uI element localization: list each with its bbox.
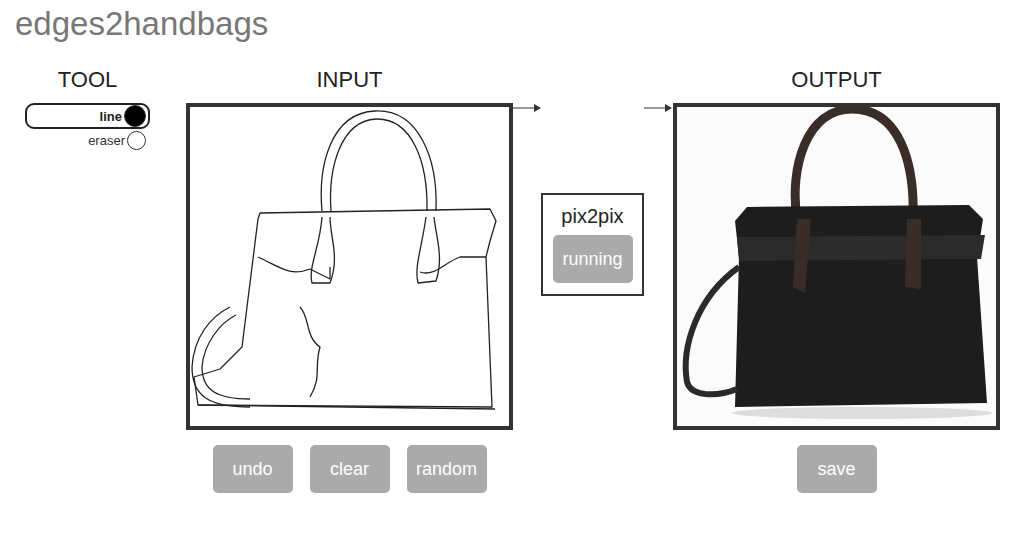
output-label: OUTPUT bbox=[791, 65, 881, 103]
undo-button[interactable]: undo bbox=[213, 445, 293, 493]
output-panel: OUTPUT save bbox=[673, 65, 1000, 493]
model-label: pix2pix bbox=[561, 205, 623, 227]
main-row: TOOL line eraser INPUT undo clear random pix2pi… bbox=[0, 65, 1025, 493]
save-button[interactable]: save bbox=[797, 445, 877, 493]
random-button[interactable]: random bbox=[407, 445, 487, 493]
arrow-icon bbox=[644, 103, 672, 113]
model-section: pix2pix running bbox=[513, 103, 674, 430]
input-canvas[interactable] bbox=[186, 103, 513, 430]
tool-option-label: eraser bbox=[88, 133, 125, 148]
page-title: edges2handbags bbox=[0, 0, 1025, 65]
sketch-drawing bbox=[190, 107, 509, 426]
running-button[interactable]: running bbox=[553, 235, 633, 283]
tool-panel: TOOL line eraser bbox=[25, 65, 150, 153]
output-buttons: save bbox=[797, 445, 877, 493]
tool-label: TOOL bbox=[25, 65, 150, 103]
output-image bbox=[673, 103, 1000, 430]
handbag-image bbox=[677, 107, 995, 426]
arrow-icon bbox=[513, 103, 541, 113]
input-panel: INPUT undo clear random bbox=[186, 65, 513, 493]
tool-option-label: line bbox=[100, 109, 122, 124]
radio-dot[interactable] bbox=[127, 131, 146, 150]
model-box: pix2pix running bbox=[541, 193, 644, 296]
tool-option[interactable]: eraser bbox=[25, 128, 150, 153]
tool-option[interactable]: line bbox=[25, 103, 150, 129]
clear-button[interactable]: clear bbox=[310, 445, 390, 493]
input-label: INPUT bbox=[317, 65, 383, 103]
input-buttons: undo clear random bbox=[213, 445, 487, 493]
radio-dot[interactable] bbox=[124, 105, 146, 127]
